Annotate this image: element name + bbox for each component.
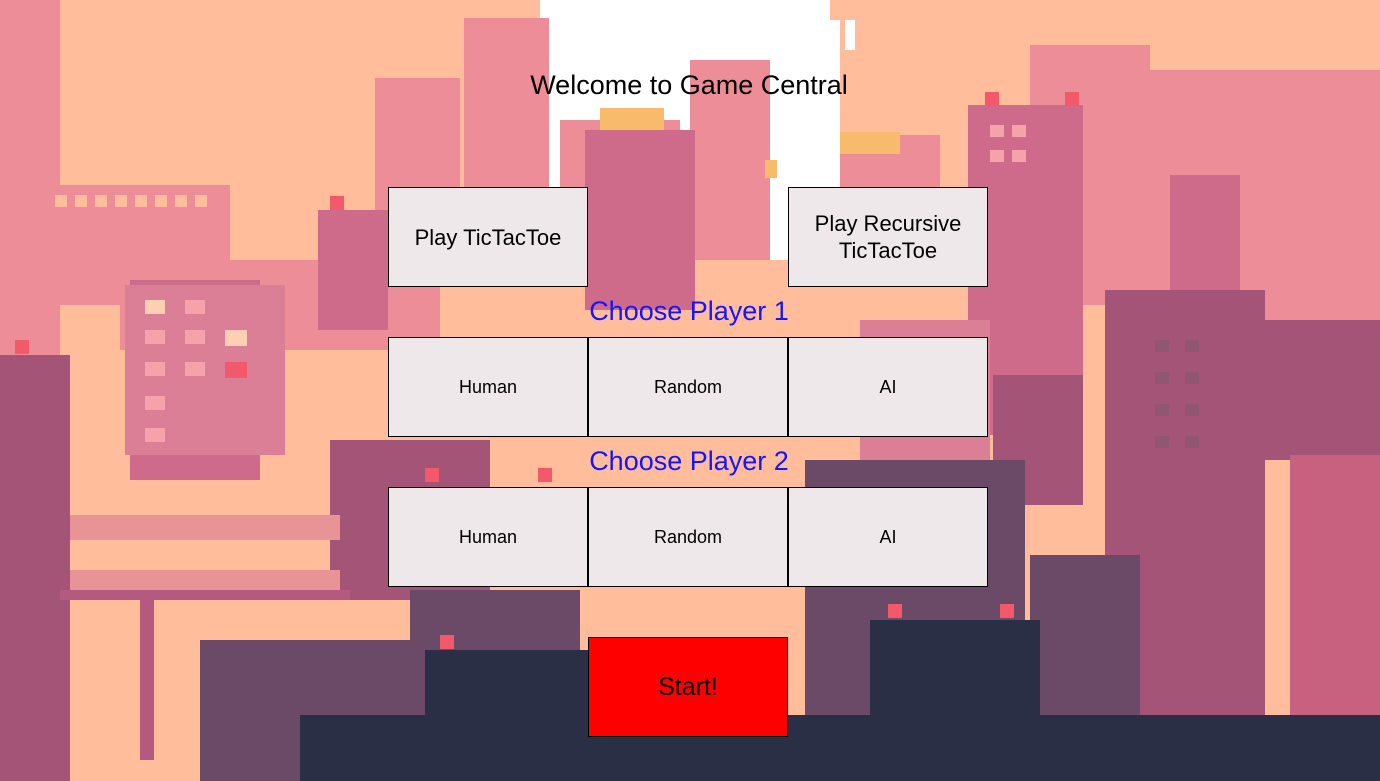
play-recursive-label-line1: Play Recursive: [814, 211, 962, 236]
player2-ai-button[interactable]: AI: [788, 487, 988, 587]
player1-human-button[interactable]: Human: [388, 337, 588, 437]
play-tictactoe-button[interactable]: Play TicTacToe: [388, 187, 588, 287]
player1-random-button[interactable]: Random: [588, 337, 788, 437]
player2-random-label: Random: [653, 526, 723, 547]
choose-player-2-heading: Choose Player 2: [589, 446, 789, 476]
page-title: Welcome to Game Central: [530, 70, 848, 100]
player2-random-button[interactable]: Random: [588, 487, 788, 587]
play-recursive-label-line2: TicTacToe: [838, 238, 938, 263]
play-tictactoe-label: Play TicTacToe: [414, 224, 562, 250]
player1-human-label: Human: [458, 376, 518, 397]
choose-player-1-heading: Choose Player 1: [589, 296, 789, 326]
start-button[interactable]: Start!: [588, 637, 788, 737]
player2-human-label: Human: [458, 526, 518, 547]
player1-ai-button[interactable]: AI: [788, 337, 988, 437]
play-recursive-tictactoe-button[interactable]: Play Recursive TicTacToe: [788, 187, 988, 287]
player1-random-label: Random: [653, 376, 723, 397]
player2-ai-label: AI: [879, 526, 897, 547]
player1-ai-label: AI: [879, 376, 897, 397]
start-label: Start!: [658, 672, 718, 701]
player2-human-button[interactable]: Human: [388, 487, 588, 587]
